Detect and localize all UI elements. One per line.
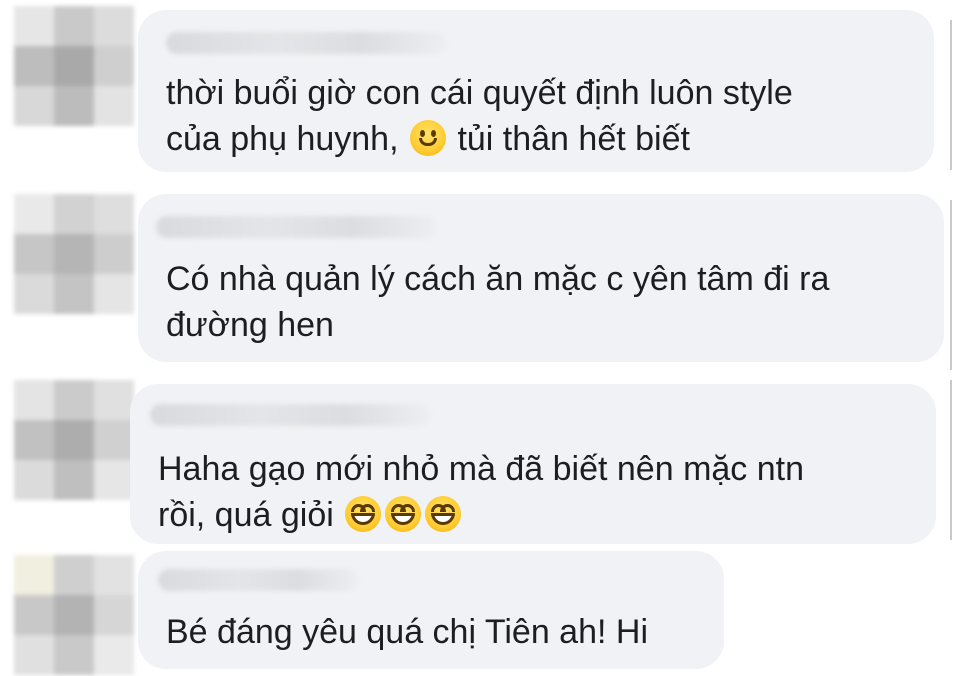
- comment-bubble: Haha gạo mới nhỏ mà đã biết nên mặc ntn …: [130, 384, 936, 544]
- slightly-smiling-face-icon: [409, 120, 446, 156]
- comment-bubble: thời buổi giờ con cái quyết định luôn st…: [138, 10, 934, 172]
- author-name-blurred[interactable]: [158, 569, 358, 591]
- comment-line: Haha gạo mới nhỏ mà đã biết nên mặc ntn: [158, 450, 805, 488]
- author-name-blurred[interactable]: [156, 216, 436, 238]
- author-name-blurred[interactable]: [166, 32, 446, 54]
- comment-line: Có nhà quản lý cách ăn mặc c yên tâm đi …: [166, 260, 830, 298]
- comment-item: Haha gạo mới nhỏ mà đã biết nên mặc ntn …: [0, 370, 962, 545]
- grinning-face-icon: [425, 496, 462, 532]
- avatar-blurred[interactable]: [14, 6, 134, 126]
- comment-line: thời buổi giờ con cái quyết định luôn st…: [166, 74, 793, 112]
- scrollbar-edge: [950, 380, 952, 540]
- author-name-blurred[interactable]: [150, 404, 430, 426]
- comment-line: Bé đáng yêu quá chị Tiên ah! Hi: [166, 613, 648, 651]
- comment-text: Có nhà quản lý cách ăn mặc c yên tâm đi …: [166, 256, 829, 348]
- comment-bubble: Bé đáng yêu quá chị Tiên ah! Hi: [138, 551, 724, 669]
- comment-line-part: tủi thân hết biết: [457, 120, 690, 158]
- comment-line: của phụ huynh, tủi thân hết biết: [166, 116, 793, 162]
- avatar-blurred[interactable]: [14, 194, 134, 314]
- comment-bubble: Có nhà quản lý cách ăn mặc c yên tâm đi …: [138, 194, 944, 362]
- grinning-face-icon: [345, 496, 382, 532]
- comment-line: rồi, quá giỏi: [158, 492, 804, 538]
- comment-text: Haha gạo mới nhỏ mà đã biết nên mặc ntn …: [158, 446, 804, 538]
- comment-text: Bé đáng yêu quá chị Tiên ah! Hi: [166, 609, 648, 655]
- comment-item: thời buổi giờ con cái quyết định luôn st…: [0, 0, 962, 180]
- avatar-blurred[interactable]: [14, 555, 134, 675]
- avatar-blurred[interactable]: [14, 380, 134, 500]
- comment-line: đường hen: [166, 306, 334, 344]
- scrollbar-edge: [950, 20, 952, 170]
- comment-text: thời buổi giờ con cái quyết định luôn st…: [166, 70, 793, 162]
- comment-item: Có nhà quản lý cách ăn mặc c yên tâm đi …: [0, 180, 962, 370]
- comment-item: Bé đáng yêu quá chị Tiên ah! Hi: [0, 545, 962, 676]
- grinning-face-icon: [385, 496, 422, 532]
- comment-line-part: của phụ huynh,: [166, 120, 399, 158]
- comment-line-part: rồi, quá giỏi: [158, 496, 334, 534]
- scrollbar-edge: [950, 200, 952, 370]
